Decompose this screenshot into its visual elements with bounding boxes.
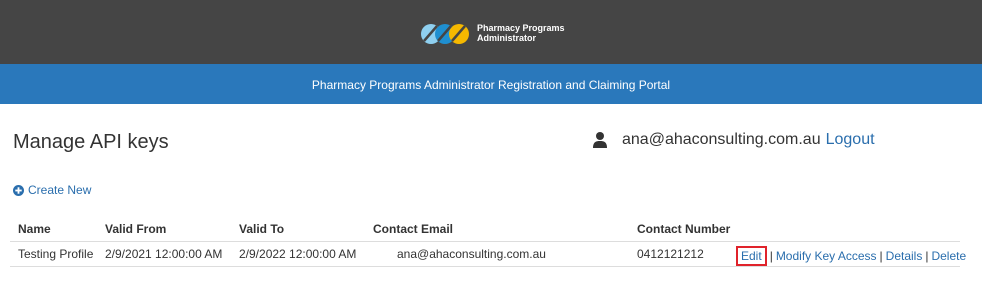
plus-circle-icon [13,184,24,196]
column-header-contact-email: Contact Email [373,222,454,236]
logo-line-2: Administrator [477,33,537,43]
row-actions: Edit | Modify Key Access | Details | Del… [736,246,966,266]
top-header-bar: Pharmacy Programs Administrator [0,0,982,64]
column-header-valid-to: Valid To [239,222,285,236]
cell-valid-from: 2/9/2021 12:00:00 AM [105,247,223,261]
column-header-valid-from: Valid From [105,222,167,236]
create-new-label: Create New [28,183,92,197]
user-info: ana@ahaconsulting.com.au Logout [593,129,875,151]
table-row: Testing Profile 2/9/2021 12:00:00 AM 2/9… [10,242,966,267]
cell-contact-email: ana@ahaconsulting.com.au [397,247,546,261]
delete-link[interactable]: Delete [931,249,966,263]
user-email: ana@ahaconsulting.com.au [622,131,821,148]
cell-valid-to: 2/9/2022 12:00:00 AM [239,247,357,261]
column-header-contact-number: Contact Number [637,222,731,236]
logo-text: Pharmacy Programs Administrator [477,23,565,43]
create-new-link[interactable]: Create New [13,183,91,197]
logo-line-1: Pharmacy Programs [477,23,565,33]
user-icon [593,132,607,148]
logout-link[interactable]: Logout [826,131,875,149]
separator: | [879,249,883,263]
portal-title: Pharmacy Programs Administrator Registra… [311,78,671,92]
details-link[interactable]: Details [886,249,923,263]
table-header: Name Valid From Valid To Contact Email C… [10,217,960,242]
cell-name: Testing Profile [18,247,94,261]
ppa-logo[interactable]: Pharmacy Programs Administrator [420,21,570,47]
cell-contact-number: 0412121212 [637,247,704,261]
api-keys-table: Name Valid From Valid To Contact Email C… [10,217,966,267]
separator: | [925,249,929,263]
page-title: Manage API keys [13,131,169,153]
logo-mark-icon [421,24,469,44]
modify-key-access-link[interactable]: Modify Key Access [776,249,877,263]
separator: | [769,249,773,263]
portal-title-bar: Pharmacy Programs Administrator Registra… [0,64,982,104]
edit-link[interactable]: Edit [736,246,767,266]
column-header-name: Name [18,222,51,236]
